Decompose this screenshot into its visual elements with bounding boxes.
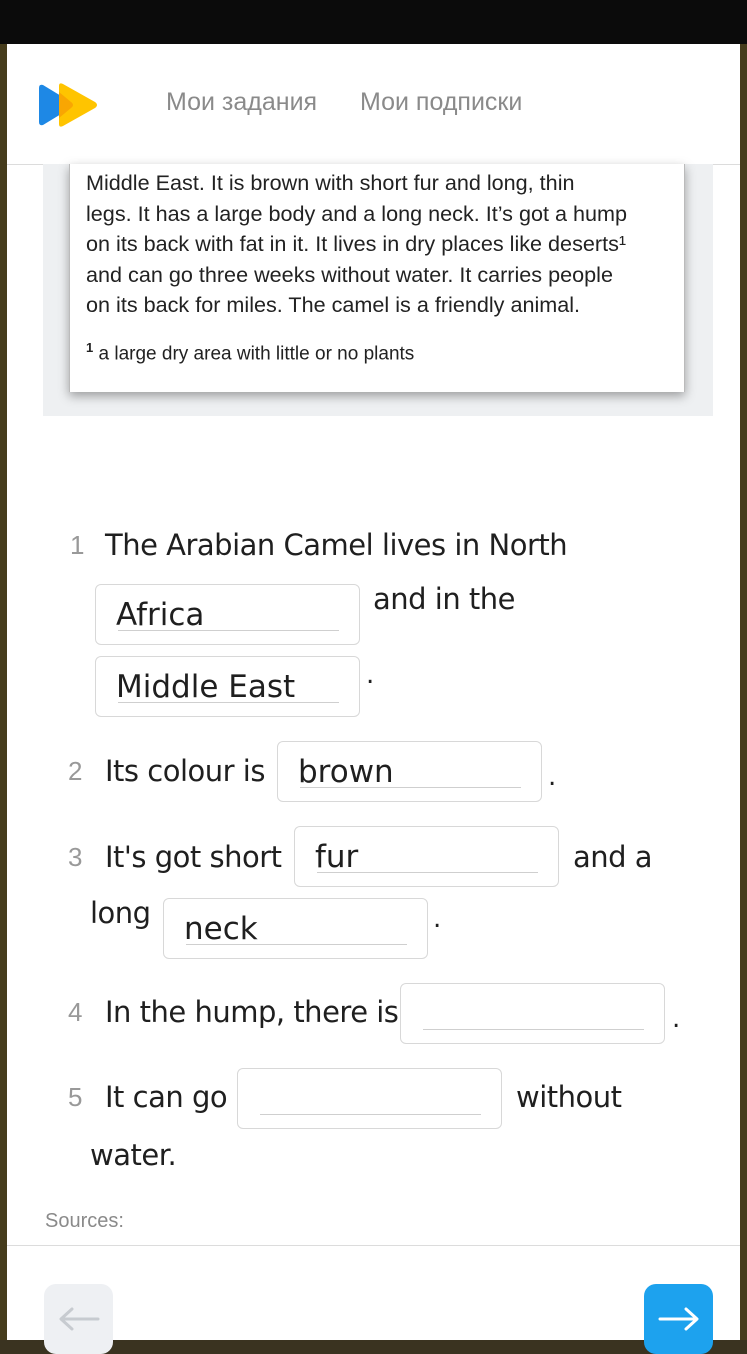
question-text: long xyxy=(90,896,151,930)
status-bar xyxy=(0,0,747,44)
reading-image: Middle East. It is brown with short fur … xyxy=(43,164,713,416)
answer-value: fur xyxy=(315,839,359,875)
answer-underline xyxy=(118,702,339,703)
footnote: 1 a large dry area with little or no pla… xyxy=(86,340,676,365)
answer-value: Middle East xyxy=(116,669,296,705)
footer-divider xyxy=(7,1245,740,1246)
answer-field[interactable] xyxy=(237,1068,502,1129)
page: Мои задания Мои подписки Middle East. It… xyxy=(7,44,740,1354)
answer-underline xyxy=(423,1029,644,1030)
question-number: 5 xyxy=(68,1082,83,1112)
question-text: water. xyxy=(90,1138,177,1172)
arrow-right-icon xyxy=(658,1307,699,1331)
answer-underline xyxy=(118,630,339,631)
frame-edge-right xyxy=(740,44,747,1340)
answer-underline xyxy=(300,787,521,788)
question-text: and in the xyxy=(373,582,516,616)
answer-underline xyxy=(260,1114,481,1115)
previous-button[interactable] xyxy=(44,1284,113,1354)
answer-underline xyxy=(317,872,538,873)
question-number: 3 xyxy=(68,842,83,872)
answer-field[interactable] xyxy=(400,983,665,1044)
answer-field[interactable]: fur xyxy=(294,826,559,887)
header: Мои задания Мои подписки xyxy=(7,44,740,165)
arrow-left-icon xyxy=(59,1307,100,1331)
answer-field[interactable]: brown xyxy=(277,741,542,802)
question-number: 2 xyxy=(68,756,83,786)
sentence-period: . xyxy=(548,762,557,792)
logo-icon[interactable] xyxy=(37,82,101,128)
reading-line: on its back with fat in it. It lives in … xyxy=(86,231,627,257)
reading-text: Middle East. It is brown with short fur … xyxy=(86,168,676,321)
answer-value: Africa xyxy=(116,597,205,633)
next-button[interactable] xyxy=(644,1284,713,1354)
reading-card: Middle East. It is brown with short fur … xyxy=(69,164,685,392)
answer-value: neck xyxy=(184,911,258,947)
reading-line: Middle East. It is brown with short fur … xyxy=(86,170,575,195)
question-text: In the hump, there is xyxy=(105,995,399,1029)
answer-underline xyxy=(186,944,407,945)
question-text: It's got short xyxy=(105,840,282,874)
question-number: 1 xyxy=(70,530,85,560)
reading-line: on its back for miles. The camel is a fr… xyxy=(86,292,581,318)
answer-field[interactable]: neck xyxy=(163,898,428,959)
answer-value: brown xyxy=(298,754,394,790)
sentence-period: . xyxy=(672,1004,681,1034)
question-text: and a xyxy=(573,840,653,874)
question-text: Its colour is xyxy=(105,754,265,788)
answer-field[interactable]: Middle East xyxy=(95,656,360,717)
reading-line: legs. It has a large body and a long nec… xyxy=(86,200,627,226)
answer-field[interactable]: Africa xyxy=(95,584,360,645)
sentence-period: . xyxy=(366,660,375,690)
footnote-mark: 1 xyxy=(86,340,94,355)
nav-my-subscriptions[interactable]: Мои подписки xyxy=(360,88,522,117)
question-text: The Arabian Camel lives in North xyxy=(105,528,568,562)
question-text: It can go xyxy=(105,1080,228,1114)
reading-line: and can go three weeks without water. It… xyxy=(86,261,613,287)
footnote-text: a large dry area with little or no plant… xyxy=(98,343,415,365)
question-text: without xyxy=(516,1080,622,1114)
nav-my-tasks[interactable]: Мои задания xyxy=(166,88,317,117)
frame-edge-left xyxy=(0,44,7,1340)
sources-label: Sources: xyxy=(45,1210,124,1232)
question-number: 4 xyxy=(68,997,83,1027)
sentence-period: . xyxy=(433,904,442,934)
